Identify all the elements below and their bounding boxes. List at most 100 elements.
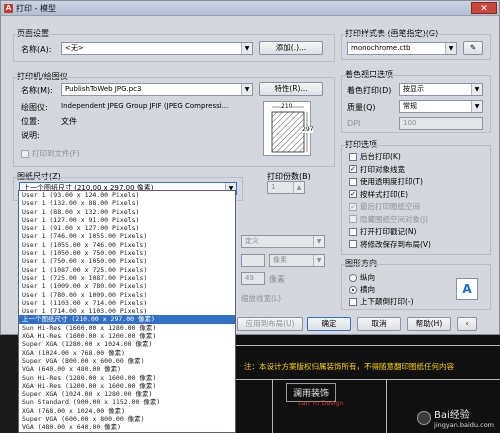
paper-size-option[interactable]: User 1 (127.00 x 91.00 Pixels) [19, 216, 235, 224]
paper-size-option[interactable]: User 1 (750.00 x 1050.00 Pixels) [19, 257, 235, 265]
print-to-file-label: 打印到文件(F) [32, 149, 80, 158]
paper-size-option[interactable]: XGA Hi-Res (1200.00 x 1600.00 像素) [19, 382, 235, 390]
printer-name-select[interactable]: PublishToWeb JPG.pc3 ▼ [61, 83, 253, 96]
cancel-button[interactable]: 取消 [357, 317, 401, 331]
cad-line [272, 379, 273, 433]
page-setup-name-select[interactable]: <无> ▼ [61, 42, 253, 55]
scale-unit-value: 像素 [273, 256, 287, 264]
portrait-label: 纵向 [360, 273, 375, 282]
landscape-label: 横向 [360, 285, 375, 294]
plot-option-checkbox[interactable]: 使用透明度打印(T) [349, 176, 423, 187]
print-to-file-checkbox[interactable]: 打印到文件(F) [21, 148, 80, 159]
checkbox-box [349, 177, 357, 186]
ok-button[interactable]: 确定 [307, 317, 351, 331]
paper-size-option[interactable]: Super XGA (1280.00 x 1024.00 像素) [19, 340, 235, 348]
paper-size-option[interactable]: User 1 (91.00 x 127.00 Pixels) [19, 224, 235, 232]
unit-label: 像素 [269, 275, 285, 284]
paper-size-option[interactable]: Super VGA (800.00 x 600.00 像素) [19, 357, 235, 365]
plot-option-checkbox[interactable]: 后台打印(K) [349, 151, 401, 162]
plot-scale-value: 定义 [245, 237, 259, 245]
copies-input[interactable]: 1 ▲ [267, 181, 305, 194]
paper-size-option[interactable]: User 1 (132.00 x 88.00 Pixels) [19, 199, 235, 207]
watermark-url: jingyan.baidu.com [434, 421, 494, 429]
shade-plot-label: 着色打印(D) [347, 86, 392, 95]
paper-size-option[interactable]: XGA (1024.00 x 768.00 像素) [19, 349, 235, 357]
upside-down-label: 上下颠倒打印(-) [360, 297, 414, 306]
edit-plot-style-button[interactable]: ✎ [463, 41, 483, 55]
quality-select[interactable]: 常规 ▼ [399, 100, 483, 113]
chevron-down-icon: ▼ [313, 255, 324, 266]
plot-option-checkbox[interactable]: 将修改保存到布局(V) [349, 239, 431, 250]
add-page-setup-button[interactable]: 添加(.)... [259, 41, 323, 55]
paper-size-option[interactable]: User 1 (1009.00 x 780.00 Pixels) [19, 282, 235, 290]
apply-to-layout-button[interactable]: 应用到布局(U) [237, 317, 303, 331]
plot-option-label: 后台打印(K) [360, 152, 401, 161]
checkmark-icon: ✓ [349, 190, 357, 198]
paper-size-option[interactable]: 上一个图纸尺寸 (210.00 x 297.00 像素) [19, 315, 235, 324]
scale-lineweights-checkbox[interactable]: 缩放线宽(L) [241, 293, 281, 304]
plot-option-checkbox[interactable]: ✓ 按样式打印(E) [349, 189, 408, 200]
checkbox-box [349, 297, 357, 306]
location-label: 位置: [21, 117, 40, 126]
paper-size-option[interactable]: User 1 (725.00 x 1087.00 Pixels) [19, 274, 235, 282]
paper-size-option[interactable]: Sun Hi-Res (1280.00 x 1600.00 像素) [19, 374, 235, 382]
paper-size-option[interactable]: User 1 (93.00 x 124.00 Pixels) [19, 191, 235, 199]
paper-size-option[interactable]: XGA (768.00 x 1024.00 像素) [19, 407, 235, 415]
checkbox-box [349, 152, 357, 161]
chevron-down-icon: ▼ [471, 84, 482, 95]
plot-option-label: 打印对象线宽 [360, 164, 405, 174]
checkbox-box [349, 215, 357, 223]
cad-drawing-area: 注：本设计方案版权归属装饰所有，不得随意翻印图纸任何内容 澜雨装饰 Lan Yu… [236, 335, 500, 433]
paper-size-option[interactable]: User 1 (1055.00 x 746.00 Pixels) [19, 241, 235, 249]
title-bar: A 打印 - 模型 ✕ [1, 1, 499, 16]
paper-size-dropdown-list[interactable]: User 1 (93.00 x 124.00 Pixels) User 1 (13… [18, 190, 236, 433]
plot-option-label: 将修改保存到布局(V) [360, 239, 431, 249]
watermark: Bai经验 jingyan.baidu.com [417, 406, 494, 429]
plotter-label: 绘图仪: [21, 103, 48, 112]
portrait-radio[interactable]: 纵向 [349, 272, 375, 283]
chevron-down-icon: ▼ [241, 84, 252, 95]
landscape-preview-icon: A [456, 278, 478, 300]
plot-option-checkbox[interactable]: ✓ 打印对象线宽 [349, 164, 405, 175]
close-button[interactable]: ✕ [471, 2, 497, 14]
paper-size-option[interactable]: User 1 (1087.00 x 725.00 Pixels) [19, 266, 235, 274]
plot-style-select[interactable]: monochrome.ctb ▼ [347, 42, 457, 55]
cad-line [386, 379, 387, 433]
scale-unit-select[interactable]: 像素 ▼ [269, 254, 325, 267]
paper-size-option[interactable]: Sun Standard (900.00 x 1152.00 像素) [19, 398, 235, 406]
baidu-paw-icon [417, 410, 432, 425]
plot-option-checkbox[interactable]: 打开打印戳记(N) [349, 226, 416, 237]
plot-option-label: 使用透明度打印(T) [360, 177, 423, 186]
paper-size-option[interactable]: VGA (480.00 x 640.00 像素) [19, 423, 235, 431]
paper-size-option[interactable]: User 1 (88.00 x 132.00 Pixels) [19, 208, 235, 216]
dpi-input[interactable]: 100 [399, 117, 483, 130]
plot-option-checkbox[interactable]: 隐藏图纸空间对象(J) [349, 214, 428, 225]
printer-properties-button[interactable]: 特性(R)... [259, 82, 323, 96]
page-setup-name-label: 名称(A): [21, 45, 52, 54]
printer-name-value: PublishToWeb JPG.pc3 [65, 85, 142, 93]
upside-down-checkbox[interactable]: 上下颠倒打印(-) [349, 296, 414, 307]
paper-size-option[interactable]: VGA (640.00 x 480.00 像素) [19, 365, 235, 373]
checkmark-icon: ✓ [349, 202, 357, 211]
chevron-down-icon: ▼ [445, 43, 456, 54]
plot-option-checkbox[interactable]: ✓ 最后打印图纸空间 [349, 201, 420, 212]
radio-dot [349, 273, 357, 282]
checkmark-icon: ✓ [349, 165, 357, 173]
paper-preview: 210 297 [263, 101, 314, 156]
chevron-down-icon: ▼ [313, 236, 324, 247]
paper-size-option[interactable]: User 1 (1103.00 x 714.00 Pixels) [19, 299, 235, 307]
help-button[interactable]: 帮助(H) [407, 317, 451, 331]
collapse-button[interactable]: ‹ [457, 317, 477, 331]
shade-plot-value: 按显示 [403, 85, 424, 93]
paper-size-option[interactable]: User 1 (780.00 x 1009.00 Pixels) [19, 291, 235, 299]
chevron-down-icon: ▼ [241, 43, 252, 54]
paper-size-option[interactable]: User 1 (746.00 x 1055.00 Pixels) [19, 232, 235, 240]
shade-plot-select[interactable]: 按显示 ▼ [399, 83, 483, 96]
plot-scale-select[interactable]: 定义 ▼ [241, 235, 325, 248]
scale-second-value: 49 [245, 274, 254, 282]
scale-second-input[interactable]: 49 [241, 272, 265, 285]
scale-value-input[interactable] [241, 254, 265, 267]
paper-size-option[interactable]: User 1 (1050.00 x 750.00 Pixels) [19, 249, 235, 257]
landscape-radio[interactable]: 横向 [349, 284, 375, 295]
paper-size-option[interactable]: Sun Hi-Res (1600.00 x 1280.00 像素) [19, 324, 235, 332]
